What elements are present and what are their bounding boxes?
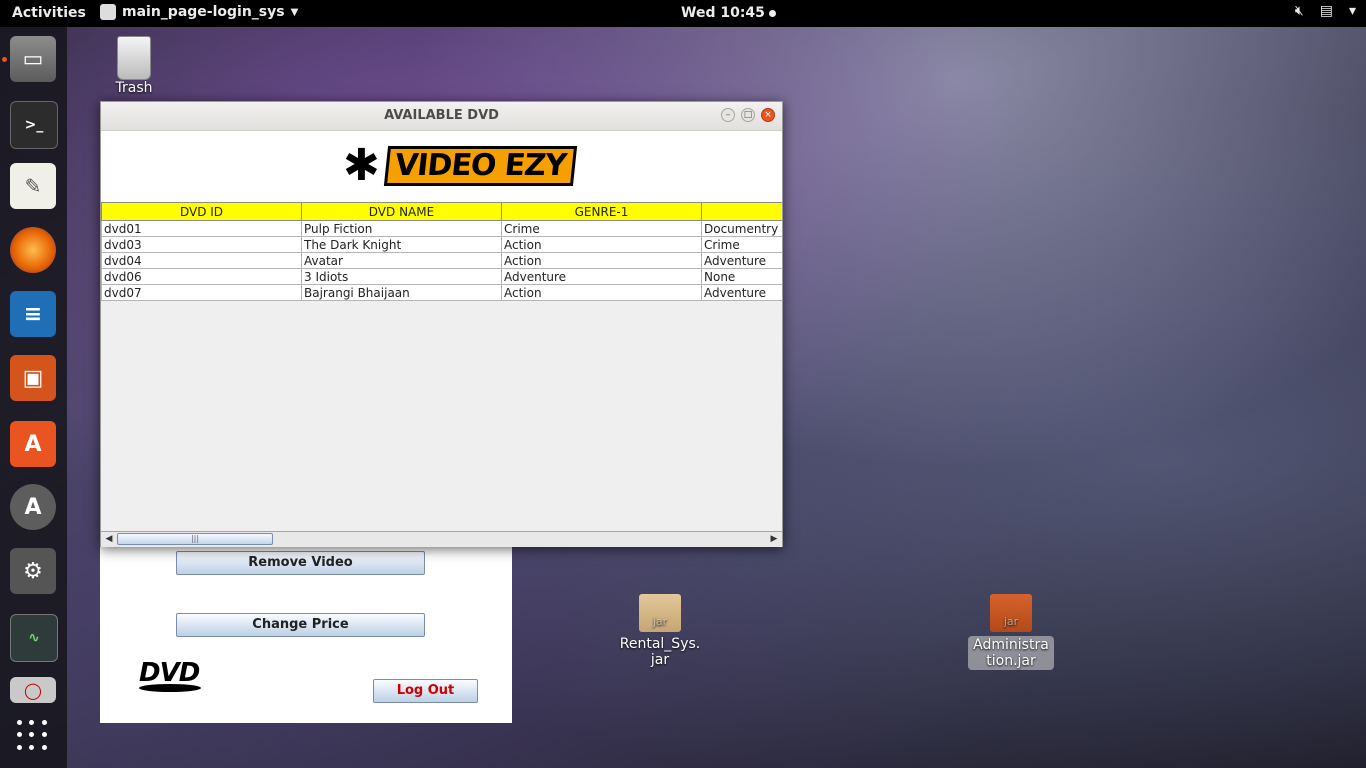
java-app-icon: [100, 4, 116, 20]
cell-genre-2[interactable]: Documentry: [701, 220, 782, 237]
maximize-icon[interactable]: □: [741, 108, 755, 122]
column-header-genre-1[interactable]: GENRE-1: [501, 202, 702, 221]
cell-dvd-name[interactable]: 3 Idiots: [301, 268, 502, 285]
scrollbar-thumb[interactable]: |||: [117, 533, 273, 545]
rental-sys-jar[interactable]: jar Rental_Sys. jar: [617, 594, 703, 668]
text-editor-icon[interactable]: ✎: [10, 163, 56, 209]
close-icon[interactable]: ×: [761, 108, 775, 122]
cell-dvd-id[interactable]: dvd03: [101, 236, 302, 253]
table-row[interactable]: dvd07 Bajrangi Bhaijaan Action Adventure: [101, 284, 782, 301]
jar-file-icon: jar: [639, 594, 681, 632]
scroll-left-icon[interactable]: ◀: [103, 533, 115, 545]
change-price-button[interactable]: Change Price: [176, 613, 425, 637]
cell-dvd-id[interactable]: dvd07: [101, 284, 302, 301]
title-bar[interactable]: AVAILABLE DVD – □ ×: [101, 102, 782, 131]
trash-icon: [117, 36, 151, 80]
dvd-table-area: DVD ID DVD NAME GENRE-1 G dvd01 Pulp Fic…: [101, 202, 782, 533]
settings-icon[interactable]: ⚙: [10, 548, 56, 594]
dvd-table: DVD ID DVD NAME GENRE-1 G dvd01 Pulp Fic…: [101, 202, 782, 301]
cell-dvd-name[interactable]: The Dark Knight: [301, 236, 502, 253]
table-row[interactable]: dvd06 3 Idiots Adventure None: [101, 268, 782, 285]
top-bar: Activities main_page-login_sys ▼ Wed 10:…: [0, 0, 1366, 27]
trash-desktop-icon[interactable]: Trash: [108, 36, 160, 96]
writer-icon[interactable]: ≡: [10, 291, 56, 337]
cell-dvd-id[interactable]: dvd01: [101, 220, 302, 237]
jar-label: Administra tion.jar: [968, 636, 1054, 670]
cell-dvd-id[interactable]: dvd06: [101, 268, 302, 285]
files-icon[interactable]: ▭: [10, 36, 56, 82]
dvd-logo: DVD: [139, 658, 209, 692]
window-title: AVAILABLE DVD: [384, 108, 499, 123]
notification-dot-icon: [768, 9, 776, 17]
running-indicator: [2, 57, 7, 62]
table-row[interactable]: dvd01 Pulp Fiction Crime Documentry: [101, 220, 782, 237]
clock-label: Wed 10:45: [681, 5, 765, 21]
cell-genre-1[interactable]: Action: [501, 284, 702, 301]
terminal-icon[interactable]: >_: [10, 101, 58, 149]
cell-genre-2[interactable]: Adventure: [701, 252, 782, 269]
log-out-button[interactable]: Log Out: [373, 679, 478, 703]
table-row[interactable]: dvd04 Avatar Action Adventure: [101, 252, 782, 269]
chevron-down-icon: ▼: [290, 6, 299, 18]
column-header-genre-2[interactable]: G: [701, 202, 782, 221]
updater-icon[interactable]: A: [10, 484, 56, 530]
admin-menu-window: Remove Video Change Price DVD Log Out: [100, 540, 512, 723]
table-header-row: DVD ID DVD NAME GENRE-1 G: [101, 202, 782, 221]
available-dvd-window: AVAILABLE DVD – □ × ✱ VIDEO EZY DVD ID D…: [100, 101, 783, 547]
logo-text: VIDEO EZY: [383, 146, 577, 186]
show-apps-icon[interactable]: [17, 720, 49, 752]
column-header-dvd-name[interactable]: DVD NAME: [301, 202, 502, 221]
clock[interactable]: Wed 10:45: [681, 5, 776, 21]
table-row[interactable]: dvd03 The Dark Knight Action Crime: [101, 236, 782, 253]
logo-star-icon: ✱: [343, 140, 380, 191]
logo-banner: ✱ VIDEO EZY: [101, 131, 782, 202]
cell-dvd-id[interactable]: dvd04: [101, 252, 302, 269]
remove-video-button[interactable]: Remove Video: [176, 551, 425, 575]
cell-genre-2[interactable]: Adventure: [701, 284, 782, 301]
jar-label: Rental_Sys. jar: [619, 636, 701, 668]
administration-jar[interactable]: jar Administra tion.jar: [968, 594, 1054, 670]
cell-genre-2[interactable]: None: [701, 268, 782, 285]
column-header-dvd-id[interactable]: DVD ID: [101, 202, 302, 221]
app-menu[interactable]: main_page-login_sys ▼: [100, 4, 298, 20]
disk-icon[interactable]: ◯: [10, 677, 56, 703]
clipboard-icon[interactable]: ▤: [1320, 3, 1333, 19]
cell-genre-1[interactable]: Adventure: [501, 268, 702, 285]
cell-genre-1[interactable]: Crime: [501, 220, 702, 237]
volume-muted-icon[interactable]: 🔇︎: [1295, 3, 1304, 19]
system-tray[interactable]: 🔇︎ ▤ ▾: [1295, 3, 1356, 19]
trash-label: Trash: [115, 80, 153, 96]
video-ezy-logo: ✱ VIDEO EZY: [343, 140, 577, 191]
cell-dvd-name[interactable]: Bajrangi Bhaijaan: [301, 284, 502, 301]
firefox-icon[interactable]: [10, 227, 56, 273]
minimize-icon[interactable]: –: [721, 108, 735, 122]
activities-button[interactable]: Activities: [12, 5, 86, 21]
software-center-icon[interactable]: A: [10, 421, 56, 467]
cell-genre-2[interactable]: Crime: [701, 236, 782, 253]
horizontal-scrollbar[interactable]: ◀ ||| ▶: [101, 531, 782, 547]
cell-genre-1[interactable]: Action: [501, 252, 702, 269]
scroll-right-icon[interactable]: ▶: [768, 533, 780, 545]
cell-genre-1[interactable]: Action: [501, 236, 702, 253]
app-menu-label: main_page-login_sys: [122, 4, 285, 20]
jar-file-icon: jar: [990, 594, 1032, 632]
system-monitor-icon[interactable]: ∿: [10, 614, 58, 662]
cell-dvd-name[interactable]: Avatar: [301, 252, 502, 269]
cell-dvd-name[interactable]: Pulp Fiction: [301, 220, 502, 237]
dock: ▭ >_ ✎ ≡ ▣ A A ⚙ ∿ ◯: [0, 27, 67, 768]
power-icon[interactable]: ▾: [1349, 3, 1356, 19]
impress-icon[interactable]: ▣: [10, 355, 56, 401]
